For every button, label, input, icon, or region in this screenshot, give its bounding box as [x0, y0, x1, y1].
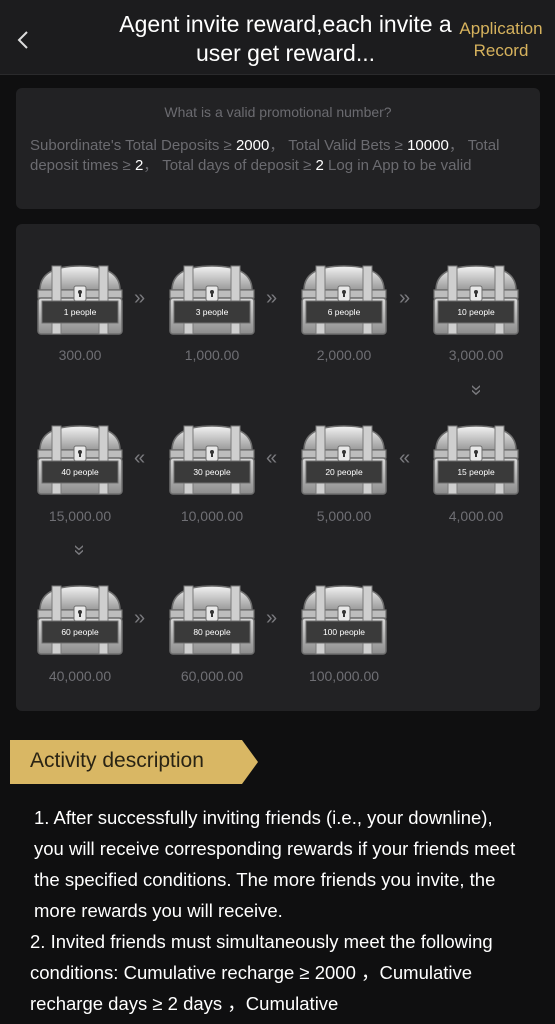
cond-times-value: 2 [134, 157, 144, 174]
treasure-chest-icon [37, 265, 123, 335]
back-arrow-icon[interactable] [10, 26, 38, 54]
cond-days-value: 2 [315, 157, 324, 174]
treasure-chest-icon [37, 585, 123, 655]
activity-description-title: Activity description [30, 749, 204, 772]
cond-deposits-label: Subordinate's Total Deposits ≥ [30, 137, 232, 154]
chest-people-label: 40 people [61, 467, 99, 477]
treasure-chest-icon [169, 265, 255, 335]
valid-promo-info-card: What is a valid promotional number? Subo… [16, 88, 540, 209]
double-chevron-down-icon: » [68, 544, 91, 556]
reward-chest[interactable]: 60 people [32, 580, 128, 656]
chest-people-label: 30 people [193, 467, 231, 477]
reward-amount: 10,000.00 [180, 508, 244, 524]
application-record-link[interactable]: Application Record [455, 18, 547, 62]
chest-people-label: 100 people [322, 627, 366, 637]
activity-rule-2: 2. Invited friends must simultaneously m… [30, 931, 493, 1014]
double-chevron-down-icon: » [465, 384, 488, 396]
valid-promo-conditions: Subordinate's Total Deposits ≥ 2000， Tot… [30, 137, 500, 174]
reward-amount: 2,000.00 [316, 347, 372, 363]
reward-chest[interactable]: 80 people [164, 580, 260, 656]
activity-description-text: 1. After successfully inviting friends (… [30, 802, 520, 1019]
cond-bets-label: Total Valid Bets ≥ [288, 137, 403, 154]
activity-description-banner: Activity description [10, 740, 258, 784]
reward-chest[interactable]: 15 people [428, 420, 524, 496]
reward-chest[interactable]: 1 people [32, 260, 128, 336]
reward-chest[interactable]: 10 people [428, 260, 524, 336]
cond-login: Log in App to be valid [328, 157, 472, 174]
double-chevron-right-icon: » [266, 287, 278, 309]
treasure-chest-icon [169, 425, 255, 495]
double-chevron-left-icon: « [134, 447, 146, 469]
reward-amount: 15,000.00 [48, 508, 112, 524]
cond-deposits-value: 2000 [235, 137, 270, 154]
reward-chest[interactable]: 3 people [164, 260, 260, 336]
double-chevron-left-icon: « [399, 447, 411, 469]
reward-chest[interactable]: 6 people [296, 260, 392, 336]
treasure-chest-icon [37, 425, 123, 495]
cond-days-label: Total days of deposit ≥ [162, 157, 312, 174]
reward-chest[interactable]: 30 people [164, 420, 260, 496]
treasure-chest-icon [301, 425, 387, 495]
reward-amount: 300.00 [58, 347, 102, 363]
reward-amount: 5,000.00 [316, 508, 372, 524]
treasure-chest-icon [433, 265, 519, 335]
reward-amount: 100,000.00 [308, 668, 380, 684]
reward-amount: 3,000.00 [448, 347, 504, 363]
valid-promo-question: What is a valid promotional number? [164, 104, 392, 120]
activity-rule-1: 1. After successfully inviting friends (… [34, 807, 516, 921]
double-chevron-right-icon: » [399, 287, 411, 309]
chest-people-label: 60 people [61, 627, 99, 637]
reward-chest[interactable]: 100 people [296, 580, 392, 656]
chest-people-label: 80 people [193, 627, 231, 637]
page-title: Agent invite reward,each invite a user g… [119, 11, 452, 66]
chest-people-label: 6 people [327, 307, 361, 317]
chest-people-label: 3 people [195, 307, 229, 317]
treasure-chest-icon [169, 585, 255, 655]
double-chevron-right-icon: » [266, 607, 278, 629]
treasure-chest-icon [301, 265, 387, 335]
chest-people-label: 1 people [63, 307, 97, 317]
reward-amount: 4,000.00 [448, 508, 504, 524]
treasure-chest-icon [301, 585, 387, 655]
reward-chest[interactable]: 20 people [296, 420, 392, 496]
double-chevron-right-icon: » [134, 287, 146, 309]
double-chevron-right-icon: » [134, 607, 146, 629]
treasure-chest-icon [433, 425, 519, 495]
chest-people-label: 15 people [457, 467, 495, 477]
top-bar: Agent invite reward,each invite a user g… [0, 0, 555, 75]
reward-chest-grid: 1 people 300.00 » 3 people 1,000.00 » 6 … [16, 224, 540, 711]
cond-bets-value: 10000 [407, 137, 449, 154]
reward-amount: 40,000.00 [48, 668, 112, 684]
double-chevron-left-icon: « [266, 447, 278, 469]
reward-chest[interactable]: 40 people [32, 420, 128, 496]
reward-amount: 1,000.00 [184, 347, 240, 363]
reward-amount: 60,000.00 [180, 668, 244, 684]
chest-people-label: 10 people [457, 307, 495, 317]
chest-people-label: 20 people [325, 467, 363, 477]
